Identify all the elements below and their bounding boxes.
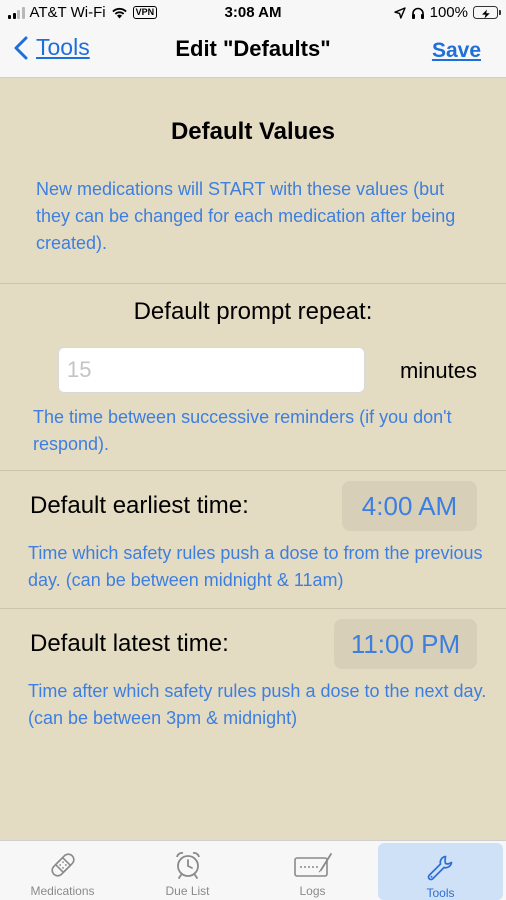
headphones-icon: [411, 7, 424, 19]
battery-percent: 100%: [429, 4, 468, 21]
tab-logs[interactable]: Logs: [250, 841, 375, 900]
tab-label: Due List: [165, 884, 210, 898]
tab-label: Tools: [426, 886, 455, 900]
divider: [0, 608, 506, 609]
minutes-unit-label: minutes: [399, 358, 477, 383]
bandage-icon: [50, 853, 75, 877]
latest-time-label: Default latest time:: [30, 630, 229, 657]
battery-charging-icon: [473, 6, 501, 19]
latest-time-button[interactable]: 11:00 PM: [334, 619, 477, 669]
status-bar: AT&T Wi-Fi VPN 3:08 AM 100%: [0, 0, 506, 26]
status-right: 100%: [393, 4, 501, 21]
tab-medications[interactable]: Medications: [0, 841, 125, 900]
tab-tools[interactable]: Tools: [378, 843, 503, 900]
tab-bar: Medications Due List Logs Tools: [0, 840, 506, 900]
earliest-time-description: Time which safety rules push a dose to f…: [28, 543, 483, 590]
logbook-icon: [293, 853, 332, 877]
divider: [0, 283, 506, 284]
alarm-clock-icon: [175, 852, 200, 879]
section-title: Default Values: [170, 118, 336, 145]
save-button[interactable]: Save: [432, 39, 481, 63]
prompt-repeat-description: The time between successive reminders (i…: [33, 407, 452, 454]
earliest-time-label: Default earliest time:: [30, 492, 249, 519]
prompt-repeat-input[interactable]: [58, 347, 365, 393]
navigation-bar: Tools Edit "Defaults" Save: [0, 26, 506, 78]
tab-due-list[interactable]: Due List: [125, 841, 250, 900]
latest-time-description: Time after which safety rules push a dos…: [28, 681, 487, 728]
divider: [0, 470, 506, 471]
location-arrow-icon: [393, 6, 406, 19]
tab-label: Logs: [299, 884, 326, 898]
earliest-time-button[interactable]: 4:00 AM: [342, 481, 477, 531]
prompt-repeat-label: Default prompt repeat:: [133, 298, 373, 325]
page-title: Edit "Defaults": [175, 36, 331, 61]
tab-label: Medications: [30, 884, 95, 898]
wrench-icon: [427, 855, 452, 881]
section-description: New medications will START with these va…: [36, 179, 456, 253]
